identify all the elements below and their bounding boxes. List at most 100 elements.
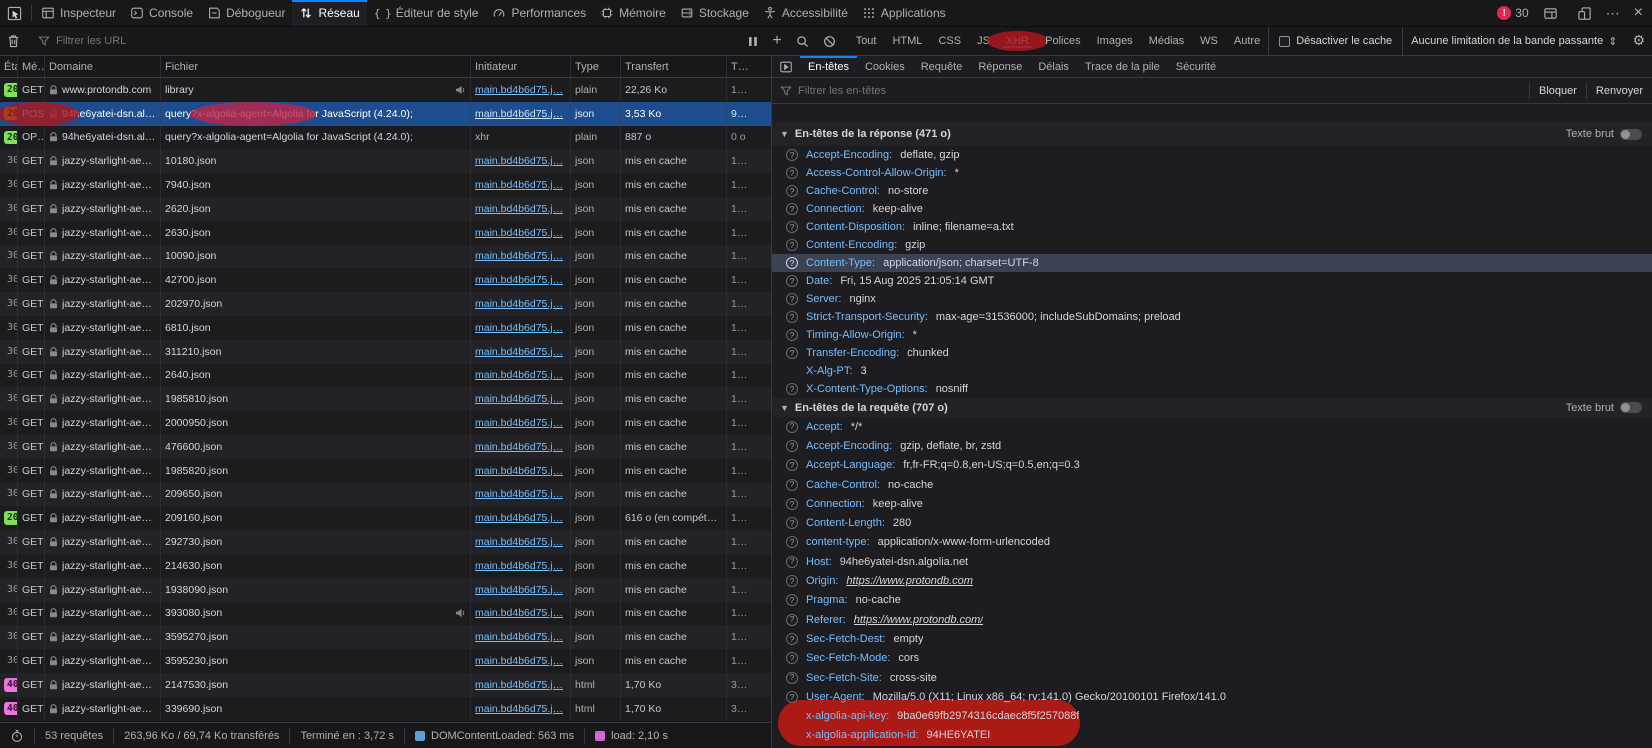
raw-toggle-switch[interactable]: [1620, 402, 1642, 413]
help-icon[interactable]: ?: [786, 257, 798, 269]
column-header-file[interactable]: Fichier: [161, 56, 471, 77]
request-row[interactable]: 304 GET jazzy-starlight-aeea19.netli… 26…: [0, 364, 771, 388]
header-row[interactable]: ? Referer https://www.protondb.com/: [772, 610, 1652, 629]
header-row[interactable]: ? Cache-Control no-cache: [772, 475, 1652, 494]
type-filter-chip[interactable]: WS: [1192, 32, 1226, 50]
column-header-initiator[interactable]: Initiateur: [471, 56, 571, 77]
request-row[interactable]: 304 GET jazzy-starlight-aeea19.netli… 20…: [0, 483, 771, 507]
response-headers-section-header[interactable]: ▼ En-têtes de la réponse (471 o) Texte b…: [772, 122, 1652, 146]
request-headers-section-header[interactable]: ▼ En-têtes de la requête (707 o) Texte b…: [772, 398, 1652, 417]
request-row[interactable]: 304 GET jazzy-starlight-aeea19.netli… 68…: [0, 316, 771, 340]
request-row[interactable]: 304 GET jazzy-starlight-aeea19.netli… 21…: [0, 554, 771, 578]
details-tab[interactable]: En-têtes: [800, 56, 857, 77]
clear-requests-button[interactable]: [0, 27, 27, 55]
tab-performances[interactable]: Performances: [485, 0, 593, 26]
help-icon[interactable]: ?: [786, 383, 798, 395]
type-filter-chip[interactable]: Images: [1089, 32, 1141, 50]
column-header-size[interactable]: T…: [727, 56, 771, 77]
header-row[interactable]: ? Content-Encoding gzip: [772, 236, 1652, 254]
block-button[interactable]: Bloquer: [1529, 83, 1586, 99]
disable-cache-group[interactable]: Désactiver le cache: [1268, 27, 1402, 55]
initiator-link[interactable]: main.bd4b6d75.j…: [475, 108, 563, 120]
initiator-link[interactable]: main.bd4b6d75.j…: [475, 679, 563, 691]
new-request-button[interactable]: +: [765, 27, 788, 55]
details-tab[interactable]: Réponse: [970, 56, 1030, 77]
header-row[interactable]: ? Accept-Encoding deflate, gzip: [772, 146, 1652, 164]
header-row[interactable]: ? Origin https://www.protondb.com: [772, 571, 1652, 590]
initiator-link[interactable]: main.bd4b6d75.j…: [475, 512, 563, 524]
initiator-link[interactable]: main.bd4b6d75.j…: [475, 346, 563, 358]
tab-editeur-de-style[interactable]: { } Éditeur de style: [367, 0, 486, 26]
header-row[interactable]: ? Sec-Fetch-Mode cors: [772, 649, 1652, 668]
pause-recording-button[interactable]: [741, 27, 765, 55]
help-icon[interactable]: ?: [786, 275, 798, 287]
header-row[interactable]: x-algolia-api-key 9ba0e69fb2974316cdaec8…: [772, 706, 1652, 725]
request-row[interactable]: 304 GET jazzy-starlight-aeea19.netli… 19…: [0, 387, 771, 411]
select-iframe-button[interactable]: [1536, 6, 1565, 21]
details-tab[interactable]: Requête: [913, 56, 971, 77]
header-row[interactable]: ? Host 94he6yatei-dsn.algolia.net: [772, 552, 1652, 571]
initiator-link[interactable]: main.bd4b6d75.j…: [475, 703, 563, 715]
column-header-domain[interactable]: Domaine: [45, 56, 161, 77]
type-filter-chip[interactable]: Autre: [1226, 32, 1268, 50]
header-row[interactable]: ? Timing-Allow-Origin *: [772, 326, 1652, 344]
initiator-link[interactable]: main.bd4b6d75.j…: [475, 417, 563, 429]
initiator-link[interactable]: main.bd4b6d75.j…: [475, 155, 563, 167]
header-row[interactable]: ? Accept-Language fr,fr-FR;q=0.8,en-US;q…: [772, 456, 1652, 475]
request-row[interactable]: 200 POST 94he6yatei-dsn.algolia.net quer…: [0, 102, 771, 126]
initiator-link[interactable]: main.bd4b6d75.j…: [475, 393, 563, 405]
request-row[interactable]: 304 GET jazzy-starlight-aeea19.netli… 35…: [0, 625, 771, 649]
request-row[interactable]: 404 GET jazzy-starlight-aeea19.netli… 33…: [0, 697, 771, 721]
help-icon[interactable]: ?: [786, 536, 798, 548]
header-row[interactable]: ? Connection keep-alive: [772, 200, 1652, 218]
request-row[interactable]: 200 GET www.protondb.com library main.bd…: [0, 78, 771, 102]
help-icon[interactable]: ?: [786, 239, 798, 251]
header-row[interactable]: ? Transfer-Encoding chunked: [772, 344, 1652, 362]
help-icon[interactable]: ?: [786, 440, 798, 452]
help-icon[interactable]: ?: [786, 459, 798, 471]
help-icon[interactable]: ?: [786, 311, 798, 323]
column-header-method[interactable]: Mé…: [18, 56, 45, 77]
request-row[interactable]: 304 GET jazzy-starlight-aeea19.netli… 35…: [0, 649, 771, 673]
help-icon[interactable]: ?: [786, 293, 798, 305]
header-row[interactable]: ? content-type application/x-www-form-ur…: [772, 533, 1652, 552]
header-row[interactable]: ? X-Content-Type-Options nosniff: [772, 380, 1652, 398]
help-icon[interactable]: ?: [786, 575, 798, 587]
type-filter-chip[interactable]: Tout: [848, 32, 885, 50]
header-row[interactable]: ? Server nginx: [772, 290, 1652, 308]
initiator-link[interactable]: main.bd4b6d75.j…: [475, 274, 563, 286]
help-icon[interactable]: ?: [786, 633, 798, 645]
initiator-link[interactable]: main.bd4b6d75.j…: [475, 655, 563, 667]
initiator-link[interactable]: main.bd4b6d75.j…: [475, 584, 563, 596]
help-icon[interactable]: ?: [786, 517, 798, 529]
header-row[interactable]: ? Cache-Control no-store: [772, 182, 1652, 200]
split-panel-button[interactable]: [772, 56, 800, 77]
help-icon[interactable]: ?: [786, 329, 798, 341]
request-row[interactable]: 304 GET jazzy-starlight-aeea19.netli… 29…: [0, 530, 771, 554]
initiator-link[interactable]: main.bd4b6d75.j…: [475, 607, 563, 619]
details-tab[interactable]: Délais: [1030, 56, 1077, 77]
block-request-button[interactable]: [816, 27, 843, 55]
type-filter-chip[interactable]: Médias: [1141, 32, 1192, 50]
request-row[interactable]: 304 GET jazzy-starlight-aeea19.netli… 39…: [0, 602, 771, 626]
initiator-link[interactable]: main.bd4b6d75.j…: [475, 250, 563, 262]
header-row[interactable]: ? Content-Length 280: [772, 513, 1652, 532]
initiator-link[interactable]: main.bd4b6d75.j…: [475, 369, 563, 381]
help-icon[interactable]: ?: [786, 221, 798, 233]
help-icon[interactable]: ?: [786, 614, 798, 626]
request-row[interactable]: 304 GET jazzy-starlight-aeea19.netli… 10…: [0, 149, 771, 173]
tab-stockage[interactable]: Stockage: [673, 0, 756, 26]
help-icon[interactable]: ?: [786, 203, 798, 215]
type-filter-chip[interactable]: JS: [969, 32, 998, 50]
request-row[interactable]: 304 GET jazzy-starlight-aeea19.netli… 20…: [0, 411, 771, 435]
help-icon[interactable]: ?: [786, 672, 798, 684]
request-row[interactable]: 304 GET jazzy-starlight-aeea19.netli… 47…: [0, 435, 771, 459]
headers-filter-input[interactable]: [798, 85, 1529, 97]
help-icon[interactable]: ?: [786, 185, 798, 197]
request-row[interactable]: 404 GET jazzy-starlight-aeea19.netli… 21…: [0, 673, 771, 697]
performance-analysis-item[interactable]: [0, 728, 34, 744]
request-row[interactable]: 304 GET jazzy-starlight-aeea19.netli… 42…: [0, 268, 771, 292]
header-row[interactable]: ? Date Fri, 15 Aug 2025 21:05:14 GMT: [772, 272, 1652, 290]
header-row[interactable]: ? Connection keep-alive: [772, 494, 1652, 513]
initiator-link[interactable]: main.bd4b6d75.j…: [475, 488, 563, 500]
